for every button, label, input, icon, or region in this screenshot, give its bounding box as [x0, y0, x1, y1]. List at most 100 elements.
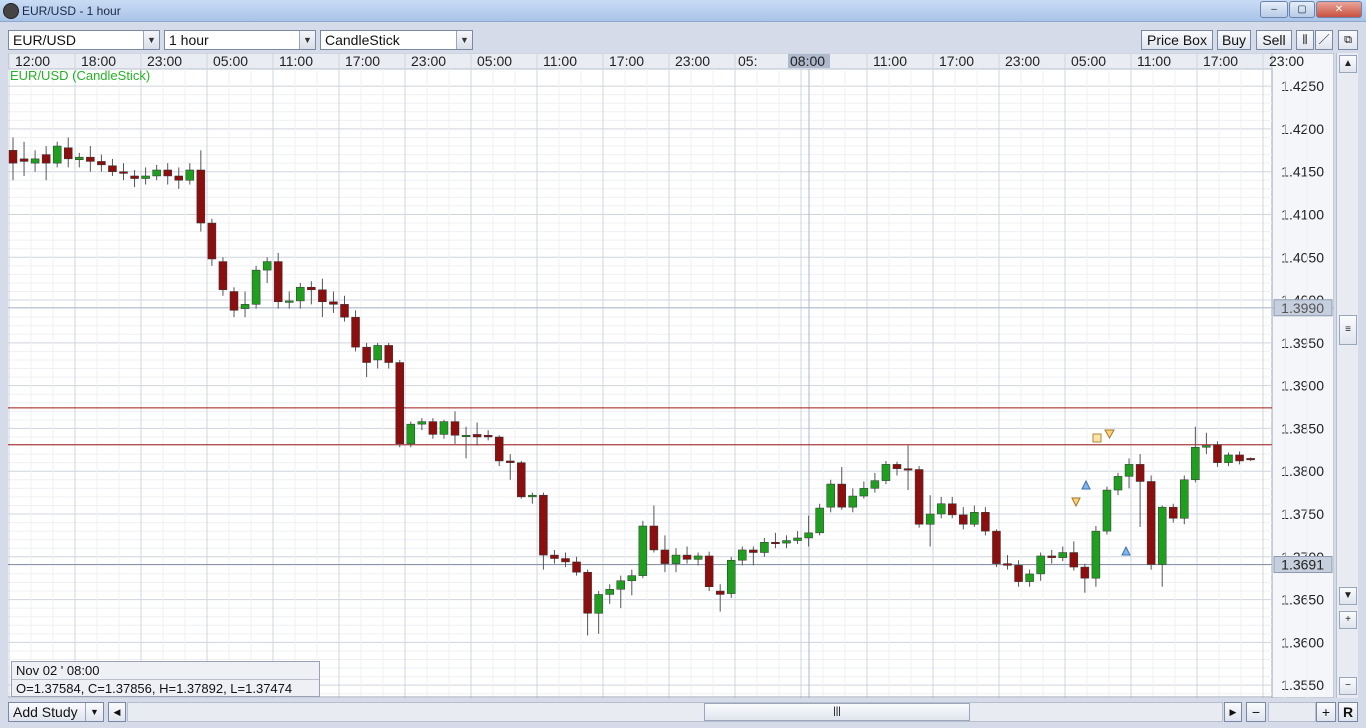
- candle-body[interactable]: [649, 525, 659, 551]
- chart-area[interactable]: 1.42501.42001.41501.41001.40501.40001.39…: [8, 53, 1334, 698]
- candle-body[interactable]: [97, 161, 106, 166]
- draw-line-icon[interactable]: ／: [1315, 30, 1333, 50]
- candle-body[interactable]: [671, 554, 681, 564]
- candle-body[interactable]: [52, 145, 62, 164]
- candle-body[interactable]: [218, 261, 228, 291]
- candle-body[interactable]: [285, 300, 294, 303]
- candle-body[interactable]: [240, 304, 250, 309]
- candle-body[interactable]: [970, 512, 979, 525]
- candle-body[interactable]: [273, 261, 283, 303]
- candle-body[interactable]: [1202, 445, 1211, 448]
- candle-body[interactable]: [406, 423, 416, 445]
- candle-body[interactable]: [1135, 464, 1145, 482]
- candle-body[interactable]: [351, 316, 360, 348]
- candle-body[interactable]: [64, 147, 73, 160]
- maximize-button[interactable]: ▢: [1289, 1, 1315, 18]
- chevron-down-icon[interactable]: ▼: [143, 31, 159, 49]
- chevron-down-icon[interactable]: ▼: [456, 31, 472, 49]
- candle-body[interactable]: [1113, 476, 1123, 491]
- chart-type-dropdown[interactable]: CandleStick ▼: [320, 30, 473, 50]
- candle-body[interactable]: [1235, 454, 1244, 462]
- candle-body[interactable]: [130, 175, 139, 179]
- candle-body[interactable]: [660, 549, 670, 564]
- candle-body[interactable]: [395, 362, 404, 445]
- candle-body[interactable]: [373, 345, 382, 361]
- order-marker[interactable]: [1092, 433, 1102, 443]
- candle-body[interactable]: [837, 483, 846, 508]
- candle-body[interactable]: [1080, 566, 1090, 579]
- candle-body[interactable]: [141, 175, 150, 179]
- candle-body[interactable]: [207, 222, 217, 260]
- scroll-down-icon[interactable]: ▼: [1339, 587, 1357, 605]
- candle-body[interactable]: [881, 464, 891, 481]
- candle-body[interactable]: [1091, 530, 1101, 579]
- candle-body[interactable]: [8, 150, 18, 164]
- chevron-down-icon[interactable]: ▼: [85, 703, 103, 721]
- candle-body[interactable]: [483, 435, 493, 438]
- candle-body[interactable]: [848, 495, 858, 508]
- zoom-in-icon[interactable]: +: [1339, 611, 1357, 629]
- candle-body[interactable]: [163, 169, 172, 177]
- zoom-out-icon[interactable]: −: [1339, 677, 1357, 695]
- candle-body[interactable]: [1224, 454, 1233, 463]
- candle-body[interactable]: [1036, 555, 1045, 575]
- candle-body[interactable]: [340, 304, 349, 318]
- candle-body[interactable]: [771, 541, 780, 544]
- minimize-button[interactable]: –: [1260, 1, 1288, 18]
- zoom-out-horizontal-icon[interactable]: −: [1246, 702, 1266, 722]
- candle-body[interactable]: [1058, 552, 1067, 558]
- candle-body[interactable]: [738, 549, 747, 561]
- candle-body[interactable]: [815, 507, 824, 534]
- candle-body[interactable]: [992, 530, 1001, 564]
- candle-body[interactable]: [1069, 552, 1079, 568]
- candle-body[interactable]: [185, 169, 195, 181]
- scroll-right-icon[interactable]: ▶: [1224, 702, 1242, 722]
- candle-body[interactable]: [1213, 444, 1222, 463]
- candle-body[interactable]: [229, 291, 239, 311]
- candle-body[interactable]: [506, 460, 515, 463]
- candle-body[interactable]: [925, 513, 935, 525]
- symbol-dropdown[interactable]: EUR/USD ▼: [8, 30, 160, 50]
- candle-body[interactable]: [1102, 489, 1112, 532]
- buy-button[interactable]: Buy: [1217, 30, 1251, 50]
- candle-body[interactable]: [749, 549, 758, 553]
- candlestick-chart[interactable]: 1.42501.42001.41501.41001.40501.40001.39…: [8, 53, 1334, 698]
- candle-body[interactable]: [262, 261, 272, 271]
- candle-body[interactable]: [41, 154, 51, 164]
- reset-button[interactable]: R: [1338, 702, 1358, 722]
- candle-body[interactable]: [86, 156, 95, 162]
- popout-window-icon[interactable]: ⧉: [1338, 30, 1358, 50]
- candle-body[interactable]: [948, 503, 957, 516]
- candle-body[interactable]: [1191, 447, 1200, 481]
- candle-body[interactable]: [1146, 481, 1156, 565]
- candle-body[interactable]: [1025, 573, 1034, 582]
- candle-body[interactable]: [981, 512, 990, 532]
- candle-body[interactable]: [704, 555, 714, 587]
- candle-body[interactable]: [638, 525, 648, 576]
- candle-body[interactable]: [804, 532, 813, 539]
- candle-body[interactable]: [19, 158, 29, 162]
- candle-body[interactable]: [472, 434, 482, 438]
- price-box-button[interactable]: Price Box: [1141, 30, 1213, 50]
- candle-body[interactable]: [1246, 458, 1255, 461]
- candle-body[interactable]: [174, 175, 183, 181]
- candle-body[interactable]: [1003, 563, 1012, 566]
- candle-body[interactable]: [450, 421, 460, 436]
- candle-body[interactable]: [1157, 506, 1167, 565]
- candle-body[interactable]: [892, 464, 902, 469]
- candle-body[interactable]: [152, 169, 161, 177]
- candle-body[interactable]: [296, 286, 305, 302]
- candle-body[interactable]: [1014, 565, 1023, 582]
- close-button[interactable]: ✕: [1316, 1, 1362, 18]
- candle-body[interactable]: [318, 289, 327, 303]
- candle-body[interactable]: [1124, 464, 1134, 477]
- candle-body[interactable]: [119, 171, 128, 174]
- candle-body[interactable]: [793, 537, 802, 541]
- candle-body[interactable]: [428, 421, 438, 435]
- candle-body[interactable]: [859, 488, 869, 497]
- candle-body[interactable]: [108, 165, 117, 172]
- scroll-up-icon[interactable]: ▲: [1339, 55, 1357, 73]
- sell-button[interactable]: Sell: [1256, 30, 1292, 50]
- candle-body[interactable]: [251, 269, 261, 305]
- period-dropdown[interactable]: 1 hour ▼: [164, 30, 316, 50]
